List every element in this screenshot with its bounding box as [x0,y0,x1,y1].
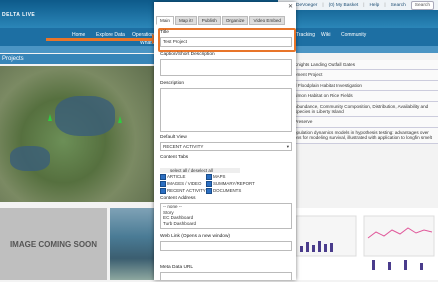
meta-url-input[interactable] [160,272,292,280]
title-input[interactable]: Test Project [160,37,292,47]
title-label: Title [160,30,169,35]
checkbox-icon [160,188,166,194]
description-textarea[interactable] [160,88,292,132]
map-pin-icon[interactable] [118,116,122,123]
content-address-label: Content Address [160,196,196,201]
dialog-tabs: Main Map it! Publish Organize Video Embe… [156,16,285,25]
search-button[interactable]: Search [410,0,434,10]
checkbox-images-video[interactable]: IMAGES / VIDEO [160,181,206,187]
help-link[interactable]: Help [369,3,379,8]
nav-community[interactable]: Community [341,32,366,38]
user-bar: Sarah DeVoeger | (0) My Basket | Help | … [277,0,438,10]
checkbox-icon [160,181,166,187]
nav-tracking[interactable]: Tracking [296,32,315,38]
checkbox-icon [160,174,166,180]
nav-wiki[interactable]: Wiki [321,32,330,38]
web-link-label: Web Link (Opens a new window) [160,234,231,239]
default-view-select[interactable]: RECENT ACTIVITY ▾ [160,142,292,151]
tab-organize[interactable]: Organize [221,16,249,25]
separator: | [363,2,365,8]
list-item[interactable]: d Floodplain Habitat Investigation [292,80,438,92]
basket-link[interactable]: (0) My Basket [329,3,359,8]
tab-map-it[interactable]: Map it! [174,16,197,25]
content-address-list[interactable]: -- none -- Story EC Dashboard Turb Dashb… [160,203,292,229]
search-label: Search [390,2,406,8]
tab-publish[interactable]: Publish [197,16,221,25]
list-item[interactable]: opulation dynamics models in hypothesis … [292,127,438,144]
meta-url-label: Meta Data URL [160,265,194,270]
default-view-value: RECENT ACTIVITY [163,144,204,149]
chevron-down-icon: ▾ [286,144,289,149]
select-all-toggle[interactable]: select all / deselect all [160,168,240,173]
tab-video-embed[interactable]: Video Embed [249,16,285,25]
checkbox-maps[interactable]: MAPS [206,174,266,180]
project-list: Knights Landing Outfall Gates ement Proj… [292,60,438,144]
checkbox-recent-activity[interactable]: RECENT ACTIVITY [160,188,206,194]
caption-textarea[interactable] [160,59,292,76]
tab-main[interactable]: Main [156,16,174,25]
web-link-input[interactable] [160,241,292,251]
separator: | [384,2,386,8]
projects-heading: Projects [0,54,162,64]
caption-label: Caption/Short Description [160,52,215,57]
chart-thumbnail-graphic [295,215,435,270]
site-logo[interactable]: DELTA LIVE [2,12,35,18]
project-photo[interactable] [110,208,160,280]
checkbox-icon [206,181,212,187]
default-view-label: Default View [160,135,187,140]
list-item[interactable]: Preserve [292,117,438,128]
checkbox-icon [206,188,212,194]
list-item[interactable]: Knights Landing Outfall Gates [292,60,438,71]
list-item[interactable]: ement Project [292,70,438,81]
checkbox-article[interactable]: ARTICLE [160,174,206,180]
checkbox-summary-report[interactable]: SUMMARY/REPORT [206,181,266,187]
checkbox-documents[interactable]: DOCUMENTS [206,188,266,194]
image-placeholder[interactable]: IMAGE COMING SOON [0,208,107,280]
close-icon[interactable]: ✕ [288,4,294,10]
list-option[interactable]: Turb Dashboard [163,221,291,227]
checkbox-icon [206,174,212,180]
content-tabs-group: select all / deselect all ARTICLE MAPS I… [160,168,290,194]
list-item[interactable]: almon Habitat on Rice Fields [292,91,438,102]
highlight-arrow [46,38,156,41]
description-label: Description [160,81,184,86]
list-item[interactable]: Abundance, Community Composition, Distri… [292,101,438,118]
project-map[interactable] [0,66,158,202]
separator: | [322,2,324,8]
water-area [55,96,115,136]
project-chart-thumbnail[interactable] [292,208,438,280]
map-pin-icon[interactable] [48,114,52,121]
content-tabs-label: Content Tabs [160,155,189,160]
edit-project-dialog: ✕ Main Map it! Publish Organize Video Em… [154,2,296,280]
water-area [10,146,50,171]
